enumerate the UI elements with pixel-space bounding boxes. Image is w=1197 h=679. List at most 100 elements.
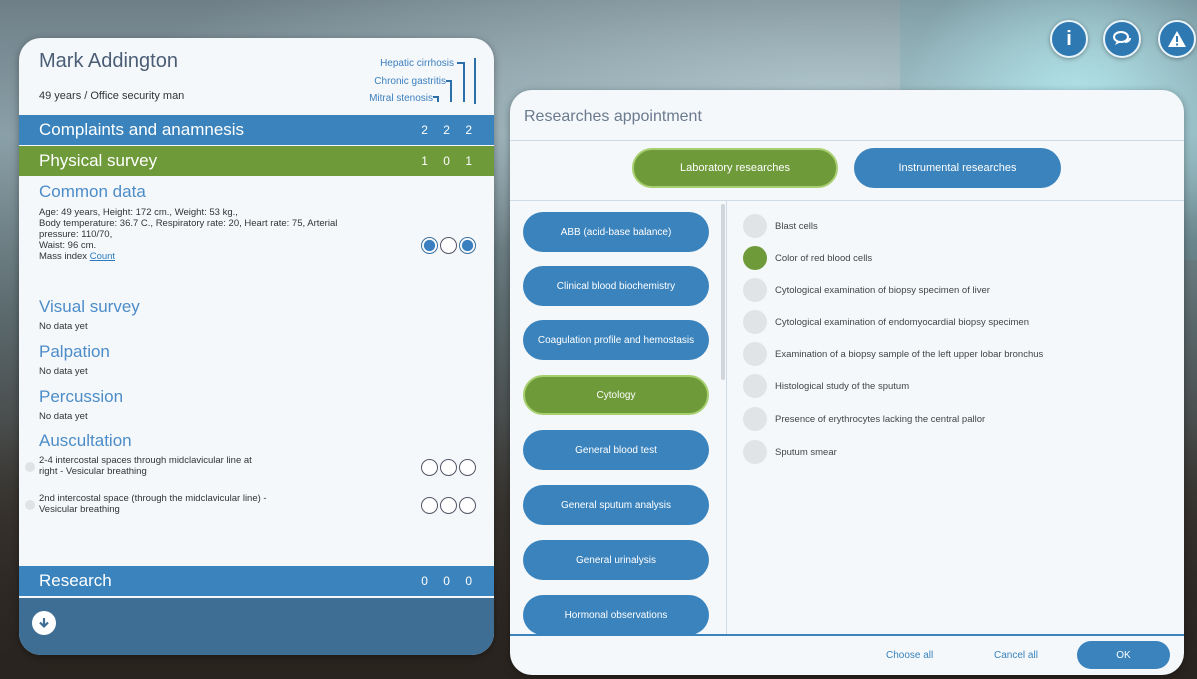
tab-instrumental-researches[interactable]: Instrumental researches <box>854 148 1061 188</box>
warning-triangle-icon <box>1168 31 1186 47</box>
rating-radio-1[interactable] <box>421 237 438 254</box>
section-research[interactable]: Research 0 0 0 <box>19 566 494 596</box>
rating-radio-1[interactable] <box>421 497 438 514</box>
diagnosis-mitral-stenosis[interactable]: Mitral stenosis <box>369 93 433 104</box>
common-data-line: Age: 49 years, Height: 172 cm., Weight: … <box>39 207 238 218</box>
category-clinical-blood-biochemistry[interactable]: Clinical blood biochemistry <box>523 266 709 306</box>
research-item-selected[interactable]: Color of red blood cells <box>743 246 872 270</box>
common-data-rating <box>421 237 476 254</box>
choose-all-button[interactable]: Choose all <box>886 650 933 661</box>
research-item-label: Presence of erythrocytes lacking the cen… <box>775 413 986 425</box>
auscultation-rating <box>421 497 476 514</box>
research-item-label: Examination of a biopsy sample of the le… <box>775 348 1044 360</box>
research-item[interactable]: Blast cells <box>743 214 818 238</box>
mass-index-row: Mass index Count <box>39 251 337 262</box>
rating-radio-3[interactable] <box>459 237 476 254</box>
research-item-checkbox[interactable] <box>743 246 767 270</box>
panel-title: Researches appointment <box>524 108 702 125</box>
divider <box>726 201 727 634</box>
download-icon[interactable] <box>32 611 56 635</box>
auscultation-item: 2-4 intercostal spaces through midclavic… <box>39 455 252 477</box>
ok-button[interactable]: OK <box>1077 641 1170 669</box>
research-item[interactable]: Histological study of the sputum <box>743 374 909 398</box>
section-complaints[interactable]: Complaints and anamnesis 2 2 2 <box>19 115 494 145</box>
palpation-title: Palpation <box>39 342 110 361</box>
left-panel-footer <box>19 598 494 655</box>
divider <box>510 140 1184 141</box>
research-item[interactable]: Sputum smear <box>743 440 837 464</box>
percussion-title: Percussion <box>39 387 124 406</box>
research-item-checkbox[interactable] <box>743 374 767 398</box>
rating-radio-2[interactable] <box>440 459 457 476</box>
category-general-blood-test[interactable]: General blood test <box>523 430 709 470</box>
research-item-label: Blast cells <box>775 220 818 232</box>
research-item-checkbox[interactable] <box>743 342 767 366</box>
research-item-checkbox[interactable] <box>743 310 767 334</box>
rating-radio-1[interactable] <box>421 459 438 476</box>
rating-radio-2[interactable] <box>440 237 457 254</box>
cancel-all-button[interactable]: Cancel all <box>994 650 1038 661</box>
research-item-label: Cytological examination of biopsy specim… <box>775 284 990 296</box>
research-item[interactable]: Presence of erythrocytes lacking the cen… <box>743 407 985 431</box>
research-item-checkbox[interactable] <box>743 214 767 238</box>
section-counts: 0 0 0 <box>421 574 474 588</box>
diagnosis-bracket <box>457 62 465 102</box>
auscultation-item-dot[interactable] <box>25 462 35 472</box>
category-abb[interactable]: ABB (acid-base balance) <box>523 212 709 252</box>
arrow-down-icon <box>39 618 49 629</box>
visual-survey-text: No data yet <box>39 321 88 332</box>
common-data-line: Body temperature: 36.7 C., Respiratory r… <box>39 218 338 229</box>
diagnosis-chronic-gastritis[interactable]: Chronic gastritis <box>374 76 446 87</box>
chat-bubbles-icon <box>1113 31 1131 45</box>
section-counts: 2 2 2 <box>421 123 474 137</box>
diagnosis-bracket-line <box>474 58 476 104</box>
common-data-title: Common data <box>39 182 146 201</box>
info-icon[interactable]: i <box>1050 20 1088 58</box>
rating-radio-2[interactable] <box>440 497 457 514</box>
palpation-text: No data yet <box>39 366 88 377</box>
tab-laboratory-researches[interactable]: Laboratory researches <box>632 148 838 188</box>
mass-index-count-link[interactable]: Count <box>90 251 115 262</box>
research-item-checkbox[interactable] <box>743 278 767 302</box>
research-item-label: Sputum smear <box>775 446 837 458</box>
research-item-checkbox[interactable] <box>743 407 767 431</box>
footer-divider <box>510 634 1184 636</box>
common-data-line: pressure: 110/70, <box>39 229 113 240</box>
common-data-line: Waist: 96 cm. <box>39 240 97 251</box>
category-general-urinalysis[interactable]: General urinalysis <box>523 540 709 580</box>
research-item[interactable]: Examination of a biopsy sample of the le… <box>743 342 1043 366</box>
section-label: Physical survey <box>39 151 158 170</box>
percussion-text: No data yet <box>39 411 88 422</box>
mass-index-label: Mass index <box>39 251 88 262</box>
research-item-label: Color of red blood cells <box>775 252 873 264</box>
research-item-label: Cytological examination of endomyocardia… <box>775 316 1029 328</box>
rating-radio-3[interactable] <box>459 459 476 476</box>
category-cytology[interactable]: Cytology <box>523 375 709 415</box>
patient-name: Mark Addington <box>39 50 178 72</box>
section-counts: 1 0 1 <box>421 154 474 168</box>
section-label: Research <box>39 571 112 590</box>
category-coagulation-profile[interactable]: Coagulation profile and hemostasis <box>523 320 709 360</box>
research-item[interactable]: Cytological examination of endomyocardia… <box>743 310 1029 334</box>
chat-icon[interactable] <box>1103 20 1141 58</box>
visual-survey-title: Visual survey <box>39 297 140 316</box>
diagnosis-bracket <box>446 80 452 102</box>
rating-radio-3[interactable] <box>459 497 476 514</box>
category-general-sputum-analysis[interactable]: General sputum analysis <box>523 485 709 525</box>
warning-icon[interactable] <box>1158 20 1196 58</box>
research-item-checkbox[interactable] <box>743 440 767 464</box>
section-physical-survey[interactable]: Physical survey 1 0 1 <box>19 146 494 176</box>
auscultation-item: 2nd intercostal space (through the midcl… <box>39 493 267 515</box>
auscultation-title: Auscultation <box>39 431 132 450</box>
auscultation-line: 2nd intercostal space (through the midcl… <box>39 493 267 504</box>
diagnosis-hepatic-cirrhosis[interactable]: Hepatic cirrhosis <box>380 58 454 69</box>
research-item[interactable]: Cytological examination of biopsy specim… <box>743 278 990 302</box>
patient-card-panel: Mark Addington 49 years / Office securit… <box>19 38 494 655</box>
auscultation-line: right - Vesicular breathing <box>39 466 147 477</box>
auscultation-item-dot[interactable] <box>25 500 35 510</box>
patient-subtitle: 49 years / Office security man <box>39 90 185 102</box>
common-data-text: Age: 49 years, Height: 172 cm., Weight: … <box>39 207 337 262</box>
category-hormonal-observations[interactable]: Hormonal observations <box>523 595 709 634</box>
section-label: Complaints and anamnesis <box>39 120 245 139</box>
category-scrollbar[interactable] <box>721 204 725 380</box>
